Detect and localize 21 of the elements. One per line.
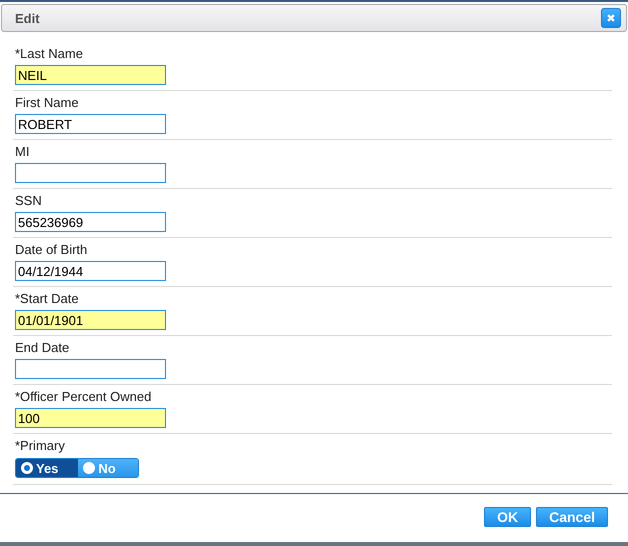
field-label: *Start Date xyxy=(15,291,79,307)
field-label: End Date xyxy=(15,340,70,356)
radio-option[interactable]: Yes xyxy=(16,459,78,477)
text-field[interactable] xyxy=(15,163,166,183)
field-label: MI xyxy=(15,144,30,160)
field-label: *Primary xyxy=(15,438,65,454)
text-field[interactable]: 565236969 xyxy=(15,212,166,232)
field-label: Date of Birth xyxy=(15,242,88,258)
field-label: *Officer Percent Owned xyxy=(15,389,152,405)
text-field[interactable]: ROBERT xyxy=(15,114,166,134)
field-label: First Name xyxy=(15,95,79,111)
text-field[interactable]: 100 xyxy=(15,408,166,428)
window-title: Edit xyxy=(15,10,40,26)
text-field[interactable]: 01/01/1901 xyxy=(15,310,166,330)
text-field[interactable]: 04/12/1944 xyxy=(15,261,166,281)
radio-icon xyxy=(21,462,33,474)
radio-icon xyxy=(83,462,96,474)
field-label: SSN xyxy=(15,193,42,209)
text-field[interactable]: NEIL xyxy=(15,65,166,85)
text-field[interactable] xyxy=(15,359,166,379)
field-label: *Last Name xyxy=(15,46,83,62)
